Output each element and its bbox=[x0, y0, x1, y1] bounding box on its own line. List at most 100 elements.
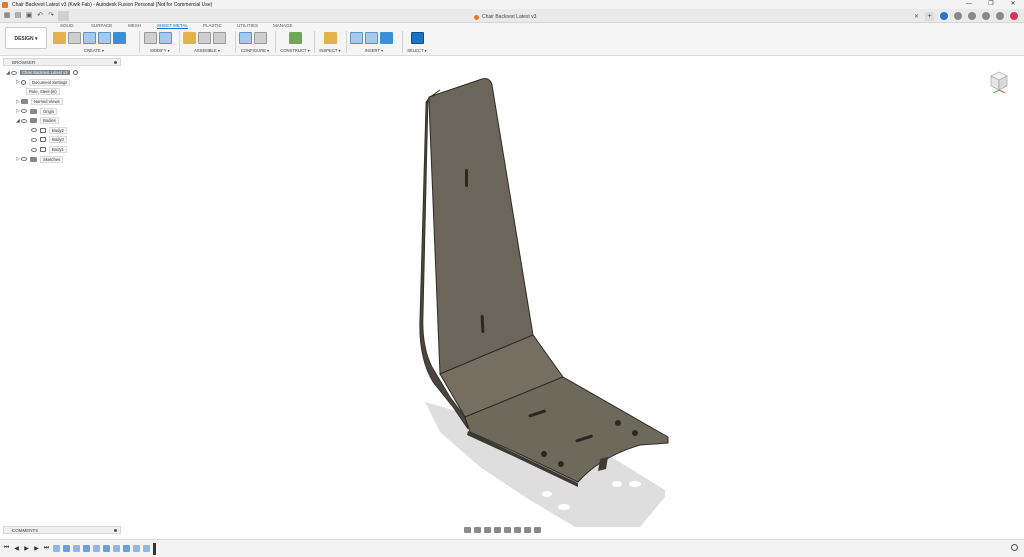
extrude-icon[interactable] bbox=[113, 32, 126, 44]
timeline-feature-flange[interactable] bbox=[63, 545, 70, 552]
measure-icon[interactable] bbox=[323, 32, 337, 44]
tab-mesh[interactable]: MESH bbox=[128, 23, 141, 28]
timeline-feature-sketch[interactable] bbox=[113, 545, 120, 552]
maximize-button[interactable]: ❐ bbox=[980, 0, 1002, 9]
view-cube[interactable] bbox=[983, 66, 1015, 98]
inspect-menu[interactable]: INSPECT ▾ bbox=[317, 48, 343, 53]
timeline-feature-flange[interactable] bbox=[83, 545, 90, 552]
timeline-settings-icon[interactable] bbox=[1011, 544, 1018, 551]
tab-sheet-metal[interactable]: SHEET METAL bbox=[157, 23, 188, 29]
visibility-eye-icon[interactable] bbox=[21, 118, 27, 123]
home-icon[interactable] bbox=[58, 11, 69, 21]
select-menu[interactable]: SELECT ▾ bbox=[405, 48, 429, 53]
tree-item-body2[interactable]: Body2 bbox=[6, 126, 118, 136]
timeline-feature-cut[interactable] bbox=[103, 545, 110, 552]
offset-plane-icon[interactable] bbox=[288, 32, 302, 44]
tree-item-body3[interactable]: Body3 bbox=[6, 135, 118, 145]
flange-icon[interactable] bbox=[83, 32, 96, 44]
tree-item-named-views[interactable]: ▷ Named Views bbox=[6, 97, 118, 107]
tree-item-body1[interactable]: Body1 bbox=[6, 145, 118, 155]
extensions-icon[interactable] bbox=[940, 12, 948, 20]
go-to-end-button[interactable]: ⏭ bbox=[43, 545, 50, 552]
tab-plastic[interactable]: PLASTIC bbox=[203, 23, 222, 28]
visibility-eye-icon[interactable] bbox=[31, 128, 37, 133]
tab-utilities[interactable]: UTILITIES bbox=[237, 23, 258, 28]
timeline-feature-sketch[interactable] bbox=[53, 545, 60, 552]
app-grid-icon[interactable]: ▦ bbox=[3, 12, 11, 20]
configure-menu[interactable]: CONFIGURE ▾ bbox=[239, 48, 271, 53]
tree-item-sketches[interactable]: ▷ Sketches bbox=[6, 154, 118, 164]
display-settings-icon[interactable] bbox=[514, 526, 521, 533]
construct-menu[interactable]: CONSTRUCT ▾ bbox=[279, 48, 311, 53]
help-icon[interactable] bbox=[996, 12, 1004, 20]
new-component-icon[interactable] bbox=[53, 32, 66, 44]
pan-icon[interactable] bbox=[484, 526, 491, 533]
visibility-eye-icon[interactable] bbox=[31, 147, 37, 152]
save-icon[interactable]: ▣ bbox=[25, 12, 33, 20]
visibility-eye-icon[interactable] bbox=[11, 70, 17, 75]
go-to-start-button[interactable]: ⏮ bbox=[3, 545, 10, 552]
grid-snaps-icon[interactable] bbox=[524, 526, 531, 533]
tree-item-origin[interactable]: ▷ Origin bbox=[6, 106, 118, 116]
timeline-feature-sketch[interactable] bbox=[93, 545, 100, 552]
create-sketch-icon[interactable] bbox=[68, 32, 81, 44]
insert-canvas-icon[interactable] bbox=[380, 32, 393, 44]
tree-item-root[interactable]: ◢ Chair Backrest Latest v3 bbox=[6, 68, 118, 78]
orbit-icon[interactable] bbox=[464, 526, 471, 533]
bell-icon[interactable] bbox=[982, 12, 990, 20]
look-at-icon[interactable] bbox=[474, 526, 481, 533]
tab-manage[interactable]: MANAGE bbox=[273, 23, 293, 28]
timeline-feature-move[interactable] bbox=[133, 545, 140, 552]
redo-icon[interactable]: ↷ bbox=[47, 12, 55, 20]
close-window-button[interactable]: ✕ bbox=[1002, 0, 1024, 9]
notifications-icon[interactable] bbox=[968, 12, 976, 20]
rule-icon[interactable] bbox=[98, 32, 111, 44]
viewports-icon[interactable] bbox=[534, 526, 541, 533]
tree-item-document-settings[interactable]: ▷ Document Settings bbox=[6, 78, 118, 88]
tab-solid[interactable]: SOLID bbox=[60, 23, 74, 28]
document-tab[interactable]: Chair Backrest Latest v3 bbox=[474, 11, 536, 23]
add-comment-icon[interactable] bbox=[114, 529, 117, 532]
pin-icon[interactable] bbox=[114, 61, 117, 64]
insert-derive-icon[interactable] bbox=[350, 32, 363, 44]
tree-item-sheet-rule[interactable]: Rule, Steel (in) bbox=[6, 87, 118, 97]
parameters-icon[interactable] bbox=[239, 32, 252, 44]
close-tab-button[interactable]: ✕ bbox=[914, 13, 919, 20]
unfold-icon[interactable] bbox=[159, 32, 172, 44]
assemble-menu[interactable]: ASSEMBLE ▾ bbox=[183, 48, 231, 53]
step-back-button[interactable]: ◀ bbox=[13, 545, 20, 552]
timeline-feature-move[interactable] bbox=[143, 545, 150, 552]
timeline-marker[interactable] bbox=[153, 542, 156, 555]
step-forward-button[interactable]: ▶ bbox=[33, 545, 40, 552]
tab-surface[interactable]: SURFACE bbox=[91, 23, 112, 28]
undo-icon[interactable]: ↶ bbox=[36, 12, 44, 20]
joint-icon[interactable] bbox=[198, 32, 211, 44]
tree-item-bodies[interactable]: ◢ Bodies bbox=[6, 116, 118, 126]
new-tab-button[interactable]: + bbox=[925, 11, 934, 21]
fit-icon[interactable] bbox=[504, 526, 511, 533]
visibility-eye-icon[interactable] bbox=[21, 157, 27, 162]
user-avatar[interactable] bbox=[1010, 12, 1018, 20]
visibility-eye-icon[interactable] bbox=[31, 137, 37, 142]
new-component-assemble-icon[interactable] bbox=[183, 32, 196, 44]
visibility-eye-icon[interactable] bbox=[21, 109, 27, 114]
workspace-switcher[interactable]: DESIGN ▾ bbox=[5, 27, 47, 49]
job-status-icon[interactable] bbox=[954, 12, 962, 20]
file-menu-icon[interactable]: ▤ bbox=[14, 12, 22, 20]
timeline-feature-sketch[interactable] bbox=[73, 545, 80, 552]
press-pull-icon[interactable] bbox=[144, 32, 157, 44]
minimize-button[interactable]: — bbox=[958, 0, 980, 9]
insert-mcmaster-icon[interactable] bbox=[365, 32, 378, 44]
modify-menu[interactable]: MODIFY ▾ bbox=[144, 48, 176, 53]
comments-panel[interactable]: COMMENTS bbox=[3, 526, 121, 534]
as-built-joint-icon[interactable] bbox=[213, 32, 226, 44]
select-icon[interactable] bbox=[410, 32, 424, 44]
browser-panel-header[interactable]: BROWSER bbox=[3, 58, 121, 66]
timeline-feature-extrude[interactable] bbox=[123, 545, 130, 552]
3d-viewport[interactable] bbox=[120, 57, 1024, 538]
insert-menu[interactable]: INSERT ▾ bbox=[350, 48, 398, 53]
zoom-icon[interactable] bbox=[494, 526, 501, 533]
play-button[interactable]: ▶ bbox=[23, 545, 30, 552]
create-menu[interactable]: CREATE ▾ bbox=[53, 48, 135, 53]
configure-table-icon[interactable] bbox=[254, 32, 267, 44]
